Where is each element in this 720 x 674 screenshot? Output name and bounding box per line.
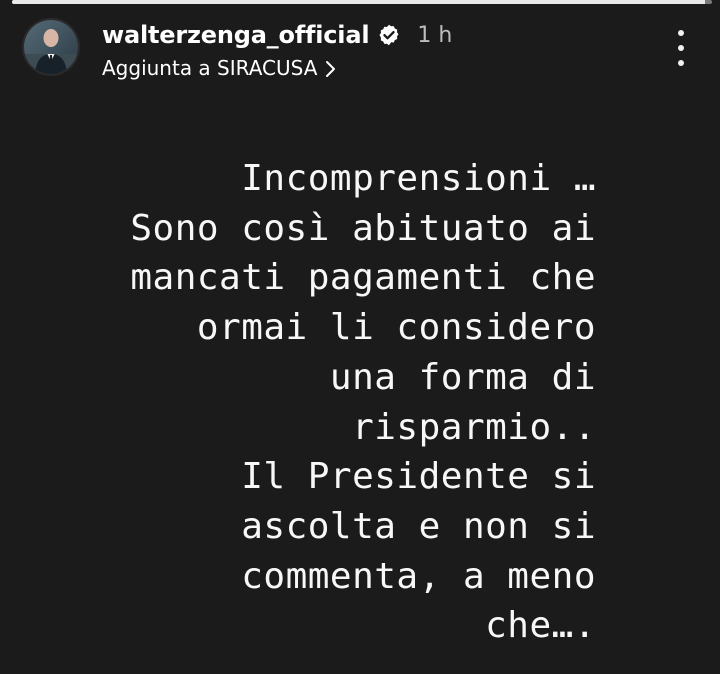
chevron-right-icon — [323, 59, 339, 77]
story-progress-bar — [12, 0, 712, 4]
more-options-icon[interactable] — [672, 30, 690, 66]
caption-line: ascolta e non si — [241, 505, 596, 547]
profile-avatar[interactable] — [22, 18, 80, 76]
caption-line: Sono così abituato ai — [130, 207, 596, 249]
story-header: walterzenga_official 1 h Aggiunta a SIRA… — [22, 18, 698, 82]
caption-line: che…. — [485, 605, 596, 647]
username[interactable]: walterzenga_official — [102, 21, 370, 49]
caption-line: risparmio.. — [352, 406, 596, 448]
caption-line: Incomprensioni … — [241, 158, 596, 199]
caption-line: Il Presidente si — [241, 456, 596, 498]
caption-line: mancati pagamenti che — [130, 257, 596, 299]
subtitle-text: Aggiunta a SIRACUSA — [102, 56, 318, 80]
location-link[interactable]: Aggiunta a SIRACUSA — [102, 56, 339, 80]
story-caption: Incomprensioni … Sono così abituato ai m… — [40, 154, 596, 651]
post-time: 1 h — [417, 22, 453, 48]
story-progress-fill — [12, 0, 705, 4]
caption-line: commenta, a meno — [241, 555, 596, 597]
caption-line: una forma di — [329, 356, 596, 398]
caption-line: ormai li considero — [196, 307, 596, 349]
verified-badge-icon — [377, 23, 401, 47]
